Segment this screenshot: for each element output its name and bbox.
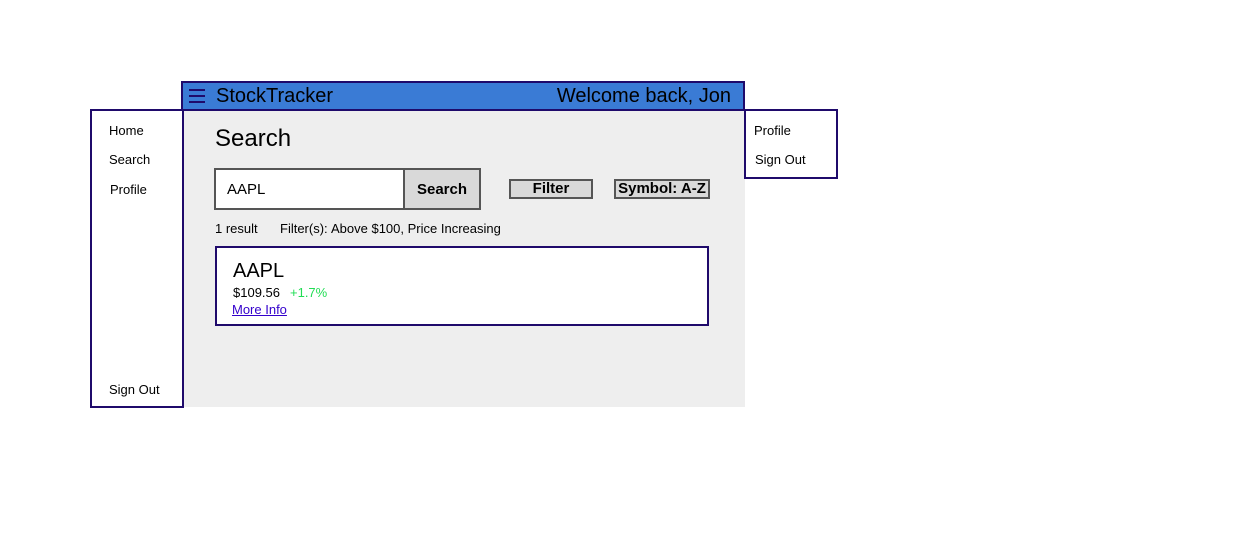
top-header-bar: StockTracker Welcome back, Jon xyxy=(181,81,745,111)
user-menu-profile[interactable]: Profile xyxy=(754,123,791,138)
search-input[interactable] xyxy=(214,168,405,210)
search-button[interactable]: Search xyxy=(403,168,481,210)
filter-button[interactable]: Filter xyxy=(509,179,593,199)
page-title: Search xyxy=(215,125,292,152)
result-count: 1 result xyxy=(215,221,258,236)
sidebar-item-profile[interactable]: Profile xyxy=(110,182,147,197)
user-menu-sign-out[interactable]: Sign Out xyxy=(755,152,806,167)
sidebar-item-home[interactable]: Home xyxy=(109,123,144,138)
more-info-link[interactable]: More Info xyxy=(232,302,287,317)
app-title: StockTracker xyxy=(216,85,334,107)
sort-button[interactable]: Symbol: A-Z xyxy=(614,179,710,199)
user-menu-dropdown: Profile Sign Out xyxy=(744,109,838,179)
stock-symbol: AAPL xyxy=(233,260,285,282)
welcome-message[interactable]: Welcome back, Jon xyxy=(557,84,731,108)
result-card: AAPL $109.56 +1.7% More Info xyxy=(215,246,709,326)
sidebar-item-search[interactable]: Search xyxy=(109,152,150,167)
hamburger-menu-icon[interactable] xyxy=(189,88,205,103)
filters-label: Filter(s): xyxy=(280,221,328,236)
sidebar-item-sign-out[interactable]: Sign Out xyxy=(109,382,160,397)
stock-price: $109.56 xyxy=(233,285,280,300)
sidebar-nav: Home Search Profile Sign Out xyxy=(90,109,184,408)
active-filters: Above $100, Price Increasing xyxy=(331,221,501,236)
stock-change: +1.7% xyxy=(290,285,328,300)
